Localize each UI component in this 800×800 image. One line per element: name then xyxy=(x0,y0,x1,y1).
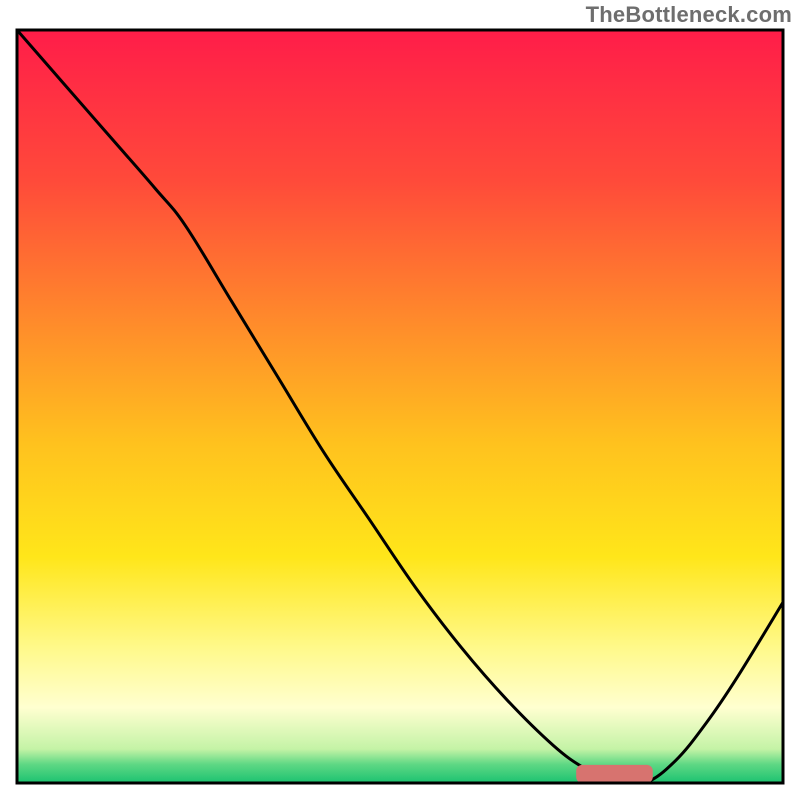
optimal-marker xyxy=(576,765,653,783)
chart-container: TheBottleneck.com xyxy=(0,0,800,800)
gradient-background xyxy=(17,30,783,783)
bottleneck-plot xyxy=(0,0,800,800)
